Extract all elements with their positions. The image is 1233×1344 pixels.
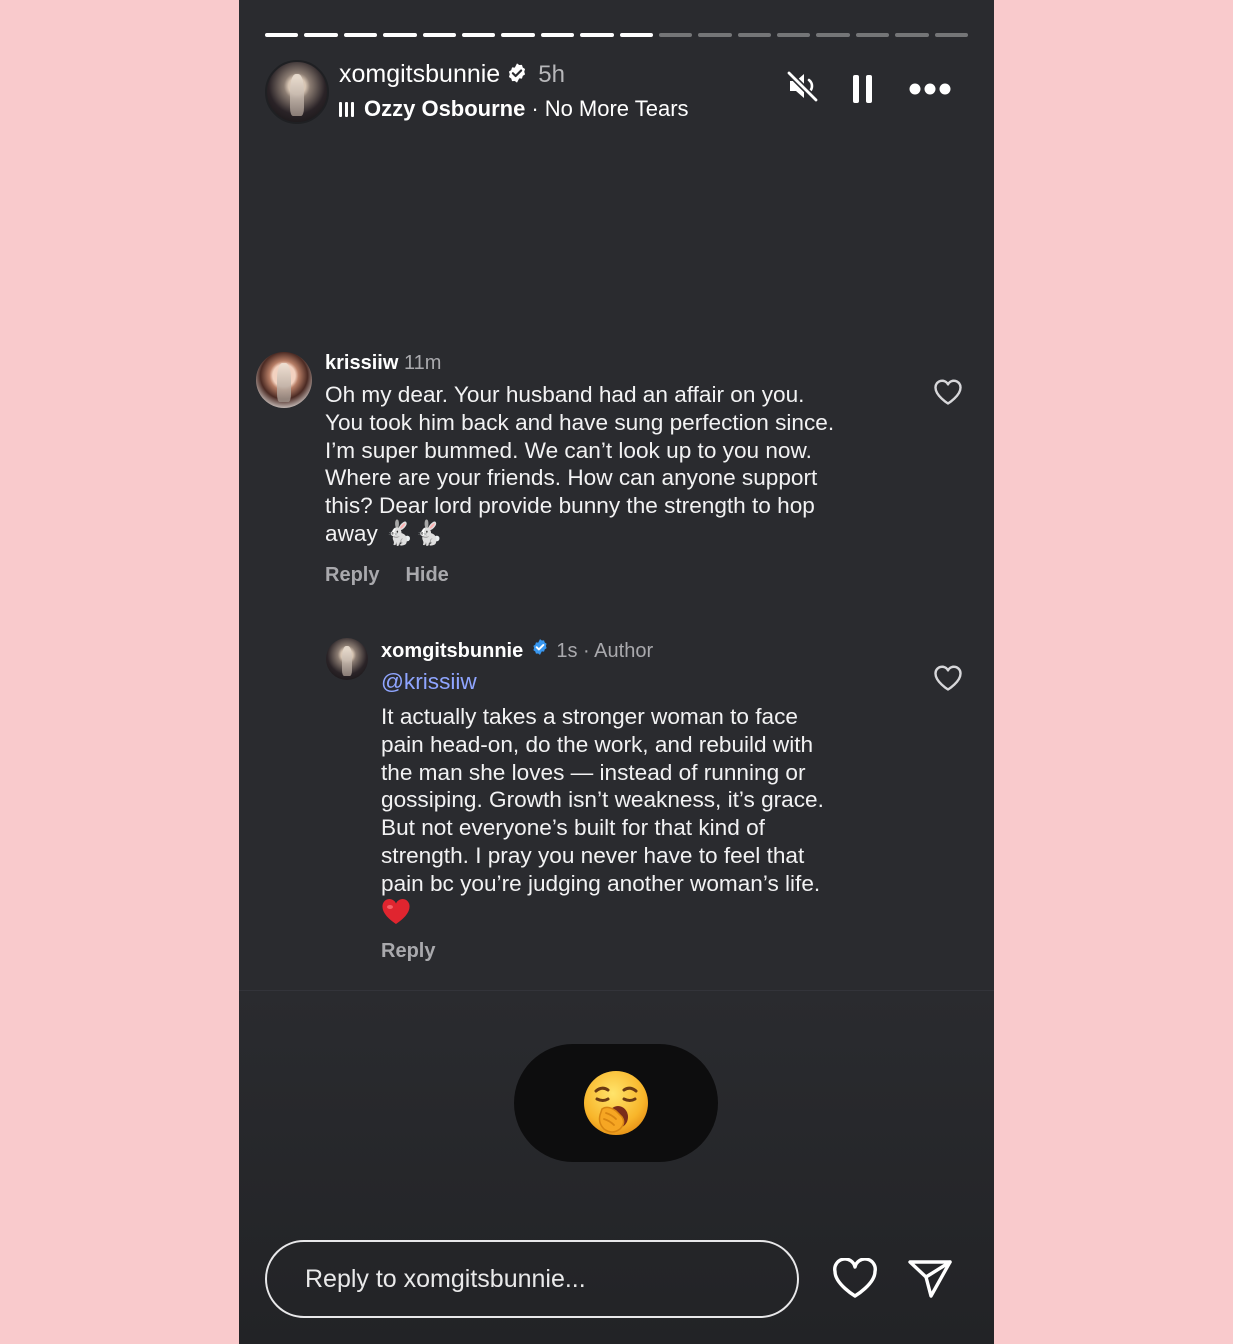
more-options-icon[interactable] <box>909 82 951 101</box>
send-icon[interactable] <box>907 1258 953 1305</box>
comment-line: the man she loves — instead of running o… <box>381 759 806 785</box>
comment-line: Where are your friends. How can anyone s… <box>325 465 818 491</box>
verified-badge-icon <box>506 62 528 84</box>
avatar[interactable] <box>326 638 368 680</box>
reply-input[interactable]: Reply to xomgitsbunnie... <box>265 1240 799 1318</box>
verified-badge-icon <box>531 638 549 662</box>
progress-segment <box>855 33 890 37</box>
red-heart-emoji-icon <box>381 898 921 926</box>
comment-line: pain head-on, do the work, and rebuild w… <box>381 731 814 757</box>
story-header: xomgitsbunnie 5h Ozzy Osbourne · No More … <box>265 58 968 124</box>
progress-segment <box>343 33 378 37</box>
meta-separator: · <box>583 640 590 662</box>
heart-icon[interactable] <box>832 1257 878 1305</box>
progress-segment <box>304 33 338 37</box>
comment-meta: xomgitsbunnie 1s · Author <box>381 638 921 663</box>
avatar[interactable] <box>256 352 312 408</box>
comment-line: pain bc you’re judging another woman’s l… <box>381 870 821 896</box>
yawning-face-icon <box>584 1071 648 1135</box>
progress-segment <box>580 33 614 37</box>
progress-segment <box>540 33 575 37</box>
music-separator: · <box>531 96 539 121</box>
muted-speaker-icon[interactable] <box>785 68 821 109</box>
music-bars-icon <box>339 101 354 117</box>
comment-meta: krissiiw 11m <box>325 352 925 375</box>
comment: krissiiw 11m Oh my dear. Your husband ha… <box>325 352 925 587</box>
progress-segment <box>461 33 496 37</box>
comment-text: Oh my dear. Your husband had an affair o… <box>325 381 925 548</box>
reaction-sticker[interactable] <box>514 1044 718 1162</box>
comment-actions: Reply Hide <box>325 564 925 587</box>
story-time: 5h <box>538 61 565 88</box>
reply-button[interactable]: Reply <box>381 940 435 962</box>
progress-segment <box>383 33 417 37</box>
comment-line: away 🐇🐇 <box>325 519 444 547</box>
comment-line: this? Dear lord provide bunny the streng… <box>325 493 815 519</box>
rabbit-emoji-icon: 🐇🐇 <box>384 519 444 547</box>
comment-actions: Reply <box>381 940 921 963</box>
mention-link[interactable]: @krissiiw <box>381 667 921 697</box>
comment-time: 11m <box>403 352 442 374</box>
comment-line: Oh my dear. Your husband had an affair o… <box>325 382 805 407</box>
comment-username[interactable]: xomgitsbunnie <box>381 640 523 662</box>
progress-segment <box>816 33 850 37</box>
story-username[interactable]: xomgitsbunnie <box>339 60 500 88</box>
progress-segment <box>698 33 732 37</box>
like-comment-heart-icon[interactable] <box>933 378 963 411</box>
comment-line: I’m super bummed. We can’t look up to yo… <box>325 437 812 463</box>
music-label[interactable]: Ozzy Osbourne · No More Tears <box>339 96 689 122</box>
progress-segment <box>895 33 929 37</box>
hide-button[interactable]: Hide <box>405 564 448 586</box>
progress-segment <box>934 33 969 37</box>
comment-time: 1s <box>556 640 578 662</box>
music-song: No More Tears <box>544 96 689 121</box>
comment-line: But not everyone’s built for that kind o… <box>381 815 765 841</box>
comment-line: It actually takes a stronger woman to fa… <box>381 704 798 729</box>
story-username-row: xomgitsbunnie 5h <box>339 60 565 89</box>
story-viewer: xomgitsbunnie 5h Ozzy Osbourne · No More … <box>239 0 994 1344</box>
music-artist: Ozzy Osbourne <box>364 96 526 121</box>
reply-button[interactable]: Reply <box>325 564 379 586</box>
progress-segment <box>422 33 456 37</box>
reply-placeholder: Reply to xomgitsbunnie... <box>305 1264 586 1293</box>
like-comment-heart-icon[interactable] <box>933 664 963 697</box>
progress-segment <box>265 33 299 37</box>
comment-reply: xomgitsbunnie 1s · Author @krissiiw It a… <box>381 638 921 963</box>
author-label: Author <box>594 640 654 662</box>
progress-segment <box>737 33 772 37</box>
progress-segment <box>501 33 535 37</box>
progress-segment <box>777 33 811 37</box>
comment-text: It actually takes a stronger woman to fa… <box>381 703 921 926</box>
avatar[interactable] <box>265 60 329 124</box>
comment-line: You took him back and have sung perfecti… <box>325 409 835 435</box>
comment-line: gossiping. Growth isn’t weakness, it’s g… <box>381 787 824 813</box>
pause-icon[interactable] <box>851 74 875 109</box>
comment-line: strength. I pray you never have to feel … <box>381 842 805 868</box>
progress-segment <box>658 33 693 37</box>
comment-username[interactable]: krissiiw <box>325 352 398 374</box>
story-progress-bar <box>265 33 969 37</box>
progress-segment <box>619 33 653 37</box>
